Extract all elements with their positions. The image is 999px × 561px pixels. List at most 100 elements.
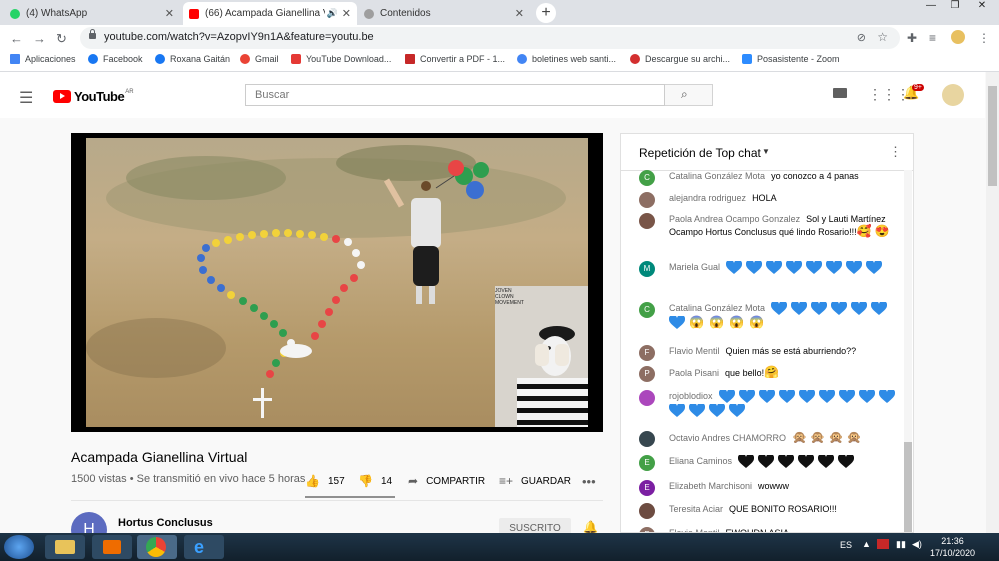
internet-explorer-icon[interactable]: e [184,535,224,559]
facebook-icon [88,54,98,64]
reload-icon[interactable]: ↻ [56,31,67,47]
google-icon [240,54,250,64]
page-scrollbar[interactable] [986,72,999,533]
tray-app-icon[interactable] [877,539,889,549]
chrome-icon[interactable] [137,535,177,559]
profile-avatar[interactable] [951,30,965,44]
bookmark-roxana[interactable]: Roxana Gaitán [155,54,230,64]
notification-bell-icon[interactable]: 🔔 [583,520,598,534]
more-actions-icon[interactable]: ••• [582,474,596,489]
chat-text: HOLA [752,193,777,203]
language-indicator[interactable]: ES [840,540,852,550]
close-tab-icon[interactable]: ✕ [342,7,351,20]
media-player-icon[interactable] [92,535,132,559]
taskbar-clock[interactable]: 21:36 17/10/2020 [930,535,975,559]
blue-heart-icon [770,300,788,316]
chat-text: wowww [758,481,790,491]
menu-icon[interactable]: ⋮ [978,31,990,45]
share-button[interactable]: ➦ COMPARTIR [408,474,485,488]
back-icon[interactable]: ← [10,31,23,46]
media-control-icon[interactable]: ≡ [929,31,936,45]
address-bar[interactable]: youtube.com/watch?v=AzopvIY9n1A&feature=… [80,27,900,49]
bookmark-descargue[interactable]: Descargue su archi... [630,54,730,64]
page-scroll-thumb[interactable] [988,86,997,186]
network-icon[interactable]: ▮▮ [896,539,906,550]
picture-in-picture-clown: JOVEN CLOWN MOVEMENT [495,286,588,427]
extensions-icon[interactable]: ✚ [907,31,917,45]
chat-avatar[interactable]: E [639,480,655,496]
new-tab-button[interactable]: + [536,3,556,23]
bookmark-youtube-download[interactable]: YouTube Download... [291,54,391,64]
create-video-icon[interactable] [833,88,847,98]
chat-avatar[interactable] [639,390,655,406]
bookmark-facebook[interactable]: Facebook [88,54,143,64]
chat-scroll-thumb[interactable] [904,442,912,532]
divider [71,500,603,501]
minimize-button[interactable]: — [920,0,942,14]
chat-mode-dropdown[interactable]: Repetición de Top chat [639,146,761,160]
blue-heart-icon [798,388,815,404]
apps-grid-icon [10,54,20,64]
chat-scrollbar[interactable] [904,170,912,532]
maximize-button[interactable]: ❐ [944,0,966,14]
dislike-button[interactable]: 👎 14 [358,474,392,488]
chat-avatar[interactable]: E [639,455,655,471]
bookmark-gmail[interactable]: Gmail [240,54,279,64]
bookmark-boletines[interactable]: boletines web santi... [517,54,616,64]
bookmark-apps[interactable]: Aplicaciones [10,54,76,64]
chat-avatar[interactable] [639,503,655,519]
search-button[interactable]: ⌕ [665,84,713,106]
chat-avatar[interactable]: C [639,302,655,318]
blue-heart-icon [850,300,868,316]
close-window-button[interactable]: ✕ [968,0,996,14]
like-button[interactable]: 👍 157 [305,474,345,488]
chat-avatar[interactable] [639,192,655,208]
close-tab-icon[interactable]: ✕ [165,7,174,20]
account-avatar[interactable] [942,84,964,106]
hamburger-menu-icon[interactable]: ☰ [19,88,33,108]
chevron-down-icon[interactable]: ▼ [762,147,770,156]
video-meta: 1500 vistas • Se transmitió en vivo hace… [71,473,306,485]
share-icon: ➦ [408,474,419,488]
tab-whatsapp[interactable]: (4) WhatsApp ✕ [4,2,180,25]
chat-author: Flavio Mentil [669,346,720,356]
chat-avatar[interactable]: P [639,366,655,382]
tab-youtube[interactable]: (66) Acampada Gianellina Vi 🔊 ✕ [183,2,357,25]
black-heart-icon [777,453,795,469]
camera-blocked-icon[interactable]: ⊘ [857,31,866,44]
bookmark-pdf[interactable]: Convertir a PDF - 1... [405,54,505,64]
chat-message: Paola Andrea Ocampo Gonzalez Sol y Lauti … [639,213,899,238]
blue-heart-icon [778,388,795,404]
search-input[interactable]: Buscar [245,84,665,106]
chat-avatar[interactable]: C [639,170,655,186]
blue-heart-icon [708,402,726,418]
save-button[interactable]: ≡+ GUARDAR [499,474,571,488]
chat-avatar[interactable] [639,213,655,229]
file-explorer-icon[interactable] [45,535,85,559]
bookmarks-bar: Aplicaciones Facebook Roxana Gaitán Gmai… [0,51,999,72]
chat-avatar[interactable]: F [639,345,655,361]
chat-more-icon[interactable]: ⋮ [889,144,902,160]
audio-icon[interactable]: 🔊 [327,8,338,19]
bookmark-star-icon[interactable]: ☆ [877,30,888,44]
scream-face-icon: 😱 [689,315,704,329]
forward-icon[interactable]: → [33,31,46,46]
chat-avatar[interactable] [639,431,655,447]
channel-name[interactable]: Hortus Conclusus [118,517,213,529]
bookmark-zoom[interactable]: Posasistente - Zoom [742,54,840,64]
video-player[interactable]: JOVEN CLOWN MOVEMENT [71,133,603,432]
blue-heart-icon [718,388,735,404]
chat-message: P Paola Pisani que bello!🤗 [639,366,899,382]
youtube-logo[interactable]: YouTube AR [53,89,134,104]
start-button[interactable] [4,535,34,559]
blue-heart-icon [758,388,775,404]
chat-avatar[interactable]: M [639,261,655,277]
volume-icon[interactable]: ◀) [912,539,922,550]
close-tab-icon[interactable]: ✕ [515,7,524,20]
blue-heart-icon [745,259,763,275]
tab-contenidos[interactable]: Contenidos ✕ [358,2,530,25]
blue-heart-icon [668,402,686,418]
chat-message: C Catalina González Mota😱 😱 😱 😱 [639,300,899,330]
tray-up-icon[interactable]: ▲ [862,539,871,549]
blue-heart-icon [810,300,828,316]
